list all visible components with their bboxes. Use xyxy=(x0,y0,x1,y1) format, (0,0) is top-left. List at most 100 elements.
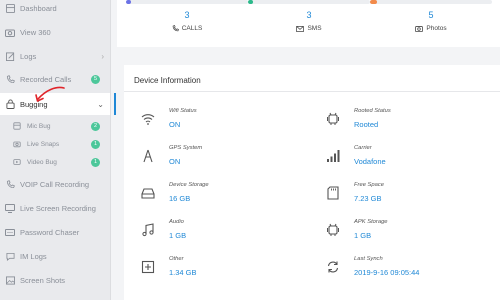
pencil-icon xyxy=(5,51,15,61)
info-key: Carrier xyxy=(354,145,372,151)
count-badge: 1 xyxy=(91,139,100,149)
sidebar-item-label: Live Screen Recording xyxy=(20,203,96,213)
music-icon xyxy=(142,223,154,237)
info-key: GPS System xyxy=(169,145,203,151)
sidebar-item-label: View 360 xyxy=(20,27,51,37)
info-free-space: Free Space 7.23 GB xyxy=(326,182,486,212)
camera-icon xyxy=(12,139,22,149)
sidebar-item-label: VOIP Call Recording xyxy=(20,179,90,189)
info-key: Last Synch xyxy=(354,256,383,262)
sidebar-item-voip-call-recording[interactable]: VOIP Call Recording xyxy=(0,174,110,194)
info-apk-storage: APK Storage 1 GB xyxy=(326,219,486,249)
count-badge: 1 xyxy=(91,157,100,167)
sidebar-item-view-360[interactable]: View 360 xyxy=(0,22,110,42)
sidebar-item-dashboard[interactable]: Dashboard xyxy=(0,0,110,18)
stat-photos[interactable]: 5 Photos xyxy=(370,0,492,32)
chat-icon xyxy=(5,251,15,261)
stat-value: 5 xyxy=(428,10,434,20)
sidebar-item-label: Recorded Calls xyxy=(20,74,72,84)
info-value: 16 GB xyxy=(169,194,191,203)
annotation-arrow-icon xyxy=(35,86,65,102)
stat-value: 3 xyxy=(306,10,312,20)
key-icon xyxy=(5,227,15,237)
progress-fill xyxy=(126,0,131,4)
sdcard-icon xyxy=(327,186,339,200)
stat-label: Photos xyxy=(426,25,447,32)
sidebar-item-label: Video Bug xyxy=(27,158,57,166)
sidebar-item-live-snaps[interactable]: Live Snaps 1 xyxy=(0,134,110,154)
sidebar-item-label: Screen Shots xyxy=(20,275,66,285)
info-carrier: Carrier Vodafone xyxy=(326,145,486,175)
info-gps-system: GPS System ON xyxy=(141,145,301,175)
section-title: Device Information xyxy=(134,76,201,85)
info-key: Free Space xyxy=(354,182,384,188)
info-rooted-status: Rooted Status Rooted xyxy=(326,108,486,138)
info-key: Wifi Status xyxy=(169,108,197,114)
video-icon xyxy=(12,157,22,167)
info-value: Vodafone xyxy=(354,157,386,166)
sidebar-item-label: Dashboard xyxy=(20,3,57,13)
info-value: Rooted xyxy=(354,120,379,129)
signal-icon xyxy=(327,150,340,162)
sync-icon xyxy=(327,261,339,273)
sidebar-item-live-screen-recording[interactable]: Live Screen Recording xyxy=(0,198,110,218)
sidebar-item-label: Password Chaser xyxy=(20,227,80,237)
sidebar-item-logs[interactable]: Logs › xyxy=(0,46,110,66)
plus-box-icon xyxy=(141,260,155,274)
lock-icon xyxy=(5,99,15,109)
info-key: APK Storage xyxy=(354,219,388,225)
chevron-right-icon: › xyxy=(101,51,104,61)
progress-bar xyxy=(126,0,248,4)
image-icon xyxy=(5,275,15,285)
info-value: 7.23 GB xyxy=(354,194,382,203)
dashboard-icon xyxy=(5,3,15,13)
progress-fill xyxy=(370,0,378,4)
stat-label: SMS xyxy=(307,25,322,32)
storage-icon xyxy=(141,188,155,199)
stat-label: CALLS xyxy=(181,25,203,32)
stat-value: 3 xyxy=(184,10,190,20)
info-key: Device Storage xyxy=(169,182,209,188)
stats-card: 3 CALLS 3 SMS 5 Photos xyxy=(117,0,500,47)
android-icon xyxy=(327,223,339,236)
info-value: 2019-9-16 09:05:44 xyxy=(354,268,420,277)
progress-fill xyxy=(248,0,253,4)
sidebar-item-label: Mic Bug xyxy=(27,122,51,130)
sidebar-item-password-chaser[interactable]: Password Chaser xyxy=(0,222,110,242)
sidebar-item-screen-shots[interactable]: Screen Shots xyxy=(0,270,110,290)
count-badge: 5 xyxy=(91,74,100,84)
stat-calls[interactable]: 3 CALLS xyxy=(126,0,248,32)
info-device-storage: Device Storage 16 GB xyxy=(141,182,301,212)
sidebar-item-label: Logs xyxy=(20,51,37,61)
sidebar-item-mic-bug[interactable]: Mic Bug 2 xyxy=(0,116,110,136)
sidebar-item-label: Live Snaps xyxy=(27,140,60,148)
progress-bar xyxy=(248,0,370,4)
info-value: 1.34 GB xyxy=(169,268,197,277)
divider xyxy=(124,91,500,92)
screen-icon xyxy=(5,203,15,213)
info-value: 1 GB xyxy=(354,231,372,240)
mic-icon xyxy=(12,121,22,131)
gps-icon xyxy=(143,149,153,163)
info-other: Other 1.34 GB xyxy=(141,256,301,286)
chevron-down-icon: ⌄ xyxy=(97,99,104,109)
info-wifi-status: Wifi Status ON xyxy=(141,108,301,138)
mail-icon xyxy=(296,25,305,32)
info-key: Rooted Status xyxy=(354,108,391,114)
info-value: ON xyxy=(169,157,181,166)
phone-icon xyxy=(5,179,15,189)
sidebar-item-label: IM Logs xyxy=(20,251,47,261)
stat-sms[interactable]: 3 SMS xyxy=(248,0,370,32)
sidebar-item-im-logs[interactable]: IM Logs xyxy=(0,246,110,266)
count-badge: 2 xyxy=(91,121,100,131)
info-value: ON xyxy=(169,120,181,129)
active-indicator xyxy=(114,93,116,115)
info-key: Audio xyxy=(169,219,184,225)
sidebar-item-video-bug[interactable]: Video Bug 1 xyxy=(0,152,110,172)
camera-icon xyxy=(5,27,15,37)
info-audio: Audio 1 GB xyxy=(141,219,301,249)
info-value: 1 GB xyxy=(169,231,187,240)
android-icon xyxy=(327,112,339,125)
info-last-synch: Last Synch 2019-9-16 09:05:44 xyxy=(326,256,486,286)
wifi-icon xyxy=(141,114,155,125)
